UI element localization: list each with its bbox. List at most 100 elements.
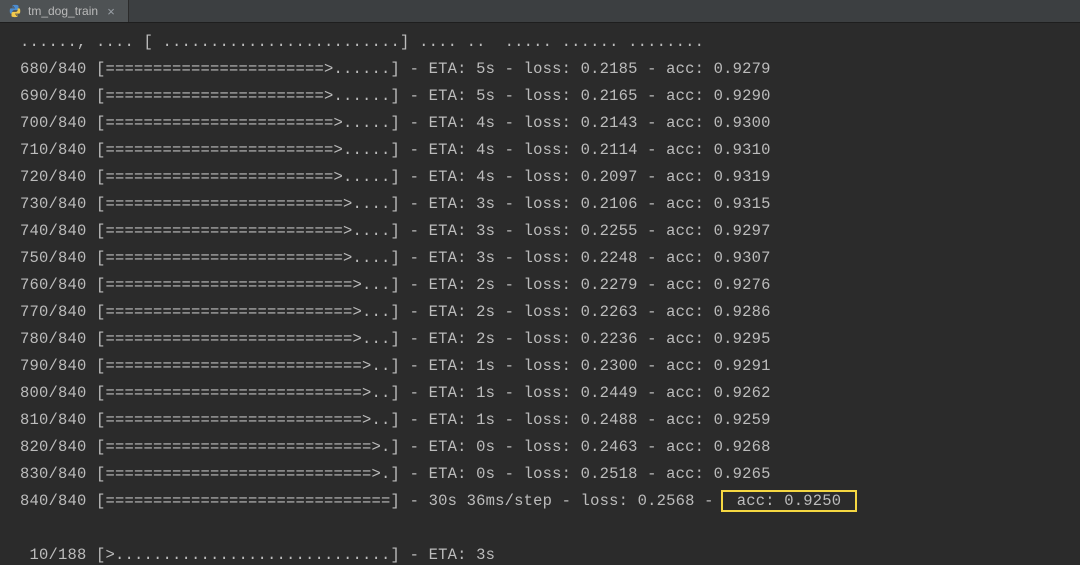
acc: acc: 0.9297	[666, 222, 771, 240]
step: 780/840	[20, 330, 96, 348]
sep: -	[638, 87, 667, 105]
loss: loss: 0.2300	[524, 357, 638, 375]
loss: loss: 0.2279	[524, 276, 638, 294]
sep: -	[400, 303, 429, 321]
step: 690/840	[20, 87, 96, 105]
progress-bar: [===========================>..]	[96, 357, 400, 375]
acc: acc: 0.9265	[666, 465, 771, 483]
loss: loss: 0.2449	[524, 384, 638, 402]
eta: ETA: 2s	[429, 330, 496, 348]
step: 750/840	[20, 249, 96, 267]
progress-bar: [============================>.]	[96, 465, 400, 483]
tab-label: tm_dog_train	[28, 4, 98, 18]
log-line: 760/840 [==========================>...]…	[20, 272, 1078, 299]
step: 840/840	[20, 492, 96, 510]
eta: ETA: 4s	[429, 141, 496, 159]
time: 30s 36ms/step	[429, 492, 553, 510]
progress-bar: [==========================>...]	[96, 303, 400, 321]
sep: -	[495, 411, 524, 429]
log-line: 810/840 [===========================>..]…	[20, 407, 1078, 434]
sep: -	[400, 465, 429, 483]
overflow-text: ......, .... [ .........................…	[20, 33, 704, 51]
loss: loss: 0.2463	[524, 438, 638, 456]
progress-bar: [=========================>....]	[96, 249, 400, 267]
sep: -	[638, 465, 667, 483]
step: 700/840	[20, 114, 96, 132]
sep: -	[495, 114, 524, 132]
step: 10/188	[20, 546, 96, 564]
loss: loss: 0.2185	[524, 60, 638, 78]
loss: loss: 0.2165	[524, 87, 638, 105]
step: 730/840	[20, 195, 96, 213]
log-line: 770/840 [==========================>...]…	[20, 299, 1078, 326]
eta: ETA: 0s	[429, 465, 496, 483]
sep: -	[400, 249, 429, 267]
step: 740/840	[20, 222, 96, 240]
log-line: 790/840 [===========================>..]…	[20, 353, 1078, 380]
progress-bar: [========================>.....]	[96, 168, 400, 186]
sep: -	[638, 168, 667, 186]
progress-bar: [=======================>......]	[96, 60, 400, 78]
acc: acc: 0.9315	[666, 195, 771, 213]
sep: -	[400, 384, 429, 402]
sep: -	[638, 249, 667, 267]
log-line: 710/840 [========================>.....]…	[20, 137, 1078, 164]
acc: acc: 0.9307	[666, 249, 771, 267]
acc: acc: 0.9268	[666, 438, 771, 456]
sep: -	[495, 465, 524, 483]
sep: -	[495, 438, 524, 456]
progress-bar: [=========================>....]	[96, 222, 400, 240]
sep: -	[638, 411, 667, 429]
loss: loss: 0.2248	[524, 249, 638, 267]
progress-bar: [==========================>...]	[96, 330, 400, 348]
progress-bar: [============================>.]	[96, 438, 400, 456]
sep: -	[400, 546, 429, 564]
eta: ETA: 3s	[429, 222, 496, 240]
acc: acc: 0.9259	[666, 411, 771, 429]
loss: loss: 0.2143	[524, 114, 638, 132]
sep: -	[495, 276, 524, 294]
sep: -	[495, 60, 524, 78]
acc: acc: 0.9286	[666, 303, 771, 321]
acc: acc: 0.9291	[666, 357, 771, 375]
log-line: 750/840 [=========================>....]…	[20, 245, 1078, 272]
acc: acc: 0.9295	[666, 330, 771, 348]
progress-bar: [========================>.....]	[96, 141, 400, 159]
log-line: 740/840 [=========================>....]…	[20, 218, 1078, 245]
sep: -	[495, 357, 524, 375]
close-icon[interactable]: ×	[104, 4, 118, 18]
sep: -	[495, 195, 524, 213]
progress-bar: [===========================>..]	[96, 384, 400, 402]
log-line: 840/840 [==============================]…	[20, 488, 1078, 515]
step: 680/840	[20, 60, 96, 78]
log-line: 780/840 [==========================>...]…	[20, 326, 1078, 353]
loss: loss: 0.2263	[524, 303, 638, 321]
tab-bar: tm_dog_train ×	[0, 0, 1080, 23]
progress-bar: [==========================>...]	[96, 276, 400, 294]
blank-line	[20, 515, 1078, 542]
sep: -	[495, 141, 524, 159]
acc: acc: 0.9279	[666, 60, 771, 78]
loss: loss: 0.2488	[524, 411, 638, 429]
sep: -	[638, 195, 667, 213]
sep: -	[495, 249, 524, 267]
sep: -	[400, 87, 429, 105]
tab-tm-dog-train[interactable]: tm_dog_train ×	[0, 0, 129, 22]
step: 830/840	[20, 465, 96, 483]
sep: -	[400, 114, 429, 132]
sep: -	[638, 60, 667, 78]
console-output: ......, .... [ .........................…	[0, 23, 1080, 565]
eta: ETA: 4s	[429, 168, 496, 186]
eta: ETA: 3s	[429, 249, 496, 267]
eta: ETA: 2s	[429, 303, 496, 321]
eta: ETA: 3s	[429, 195, 496, 213]
eta: ETA: 5s	[429, 60, 496, 78]
eta: ETA: 1s	[429, 411, 496, 429]
eta: ETA: 5s	[429, 87, 496, 105]
sep: -	[638, 114, 667, 132]
progress-bar: [>.............................]	[96, 546, 400, 564]
loss: loss: 0.2106	[524, 195, 638, 213]
sep: -	[400, 60, 429, 78]
eta: ETA: 2s	[429, 276, 496, 294]
sep: -	[495, 303, 524, 321]
